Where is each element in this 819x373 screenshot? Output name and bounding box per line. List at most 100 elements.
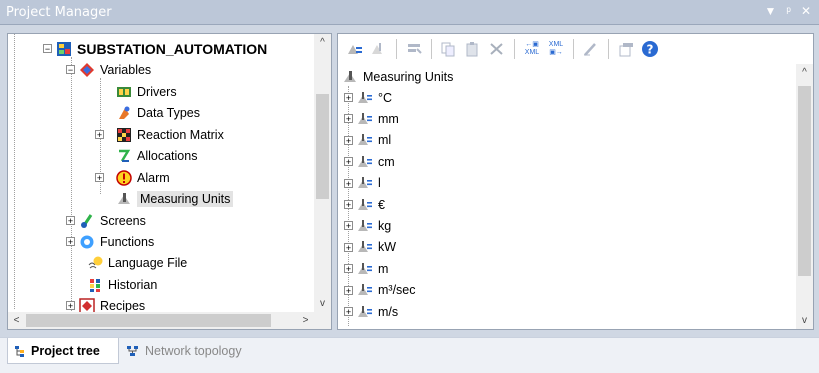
expand-toggle[interactable]: + (344, 285, 353, 295)
expand-toggle[interactable]: + (344, 264, 353, 274)
expand-toggle[interactable]: + (344, 157, 353, 167)
unit-label: kg (378, 218, 392, 233)
network-topology-icon (126, 345, 140, 357)
expand-toggle[interactable]: + (344, 307, 353, 317)
scroll-down-arrow[interactable]: v (314, 295, 331, 312)
add-unit-icon[interactable] (344, 38, 366, 60)
expand-toggle[interactable]: + (344, 135, 353, 145)
unit-item[interactable]: + °C (344, 87, 392, 108)
pin-icon[interactable]: ᵖ (786, 4, 791, 18)
unit-item[interactable]: + kg (344, 215, 391, 236)
screens-label: Screens (100, 213, 146, 228)
tree-item-root[interactable]: − SUBSTATION_AUTOMATION (43, 38, 267, 59)
screens-icon (79, 213, 95, 229)
tree-item-screens[interactable]: + Screens (66, 210, 146, 231)
unit-label: m/s (378, 304, 399, 319)
rename-icon[interactable] (403, 38, 425, 60)
language-file-icon (87, 255, 103, 271)
expand-toggle[interactable]: + (344, 200, 353, 210)
add-child-icon[interactable] (368, 38, 390, 60)
unit-label: ml (378, 133, 392, 148)
functions-label: Functions (100, 234, 155, 249)
units-vertical-scrollbar[interactable]: ^ v (796, 64, 813, 329)
tree-item-data-types[interactable]: Data Types (116, 102, 200, 123)
toolbar: ←▣ XML XML ▣→ ? (338, 34, 813, 64)
reaction-matrix-label: Reaction Matrix (137, 127, 224, 142)
unit-item[interactable]: + m/s (344, 301, 398, 322)
tree-horizontal-scrollbar[interactable]: < > (8, 312, 314, 329)
unit-item[interactable]: + cm (344, 151, 395, 172)
alarm-icon (116, 169, 132, 186)
expand-toggle[interactable]: + (66, 237, 75, 247)
export-xml-icon[interactable]: ←▣ XML (521, 38, 543, 60)
paste-icon[interactable] (462, 38, 484, 60)
tree-item-drivers[interactable]: Drivers (116, 81, 177, 102)
tree-line (71, 57, 72, 325)
historian-label: Historian (108, 277, 158, 292)
scroll-down-arrow[interactable]: v (796, 312, 813, 329)
unit-item[interactable]: + l (344, 173, 381, 194)
root-label: SUBSTATION_AUTOMATION (77, 40, 268, 57)
tab-network-topology-label: Network topology (145, 344, 242, 358)
scroll-thumb[interactable] (798, 86, 811, 276)
unit-item[interactable]: + m (344, 258, 388, 279)
unit-item[interactable]: + ml (344, 130, 391, 151)
unit-item[interactable]: + kW (344, 237, 396, 258)
help-icon[interactable]: ? (639, 38, 661, 60)
expand-toggle[interactable]: + (344, 93, 353, 103)
expand-toggle[interactable]: + (344, 114, 353, 124)
tree-item-historian[interactable]: Historian (87, 274, 157, 295)
unit-icon (357, 111, 373, 127)
units-header-label: Measuring Units (363, 69, 454, 84)
expand-toggle[interactable]: + (344, 242, 353, 252)
tab-network-topology[interactable]: Network topology (124, 338, 242, 364)
allocations-label: Allocations (137, 148, 198, 163)
tree-item-alarm[interactable]: + Alarm (95, 167, 170, 188)
tree-item-language-file[interactable]: Language File (87, 252, 187, 273)
scroll-thumb[interactable] (26, 314, 271, 327)
unit-label: l (378, 176, 381, 191)
scroll-up-arrow[interactable]: ^ (314, 34, 331, 51)
tree-item-functions[interactable]: + Functions (66, 231, 154, 252)
close-icon[interactable]: ✕ (801, 4, 811, 18)
edit-icon[interactable] (580, 38, 602, 60)
units-header[interactable]: Measuring Units (342, 66, 453, 87)
properties-icon[interactable] (615, 38, 637, 60)
historian-icon (87, 277, 103, 293)
tree-vertical-scrollbar[interactable]: ^ v (314, 34, 331, 312)
scroll-thumb[interactable] (316, 94, 329, 199)
dropdown-icon[interactable]: ▼ (765, 4, 777, 18)
toolbar-separator (514, 39, 515, 59)
unit-item[interactable]: + € (344, 194, 385, 215)
panel-frame: − SUBSTATION_AUTOMATION − Variables Driv… (0, 25, 819, 337)
scroll-left-arrow[interactable]: < (8, 312, 25, 329)
tree-item-reaction-matrix[interactable]: + Reaction Matrix (95, 124, 224, 145)
expand-toggle[interactable]: + (95, 130, 104, 140)
collapse-toggle[interactable]: − (43, 44, 52, 54)
tree-item-allocations[interactable]: Allocations (116, 145, 197, 166)
expand-toggle[interactable]: + (344, 178, 353, 188)
unit-label: m³/sec (378, 283, 416, 298)
window-controls: ▼ ᵖ ✕ (765, 4, 812, 18)
tree-item-measuring-units[interactable]: Measuring Units (116, 188, 234, 209)
unit-icon (357, 218, 373, 234)
expand-toggle[interactable]: + (344, 221, 353, 231)
scroll-up-arrow[interactable]: ^ (796, 64, 813, 81)
delete-icon[interactable] (486, 38, 508, 60)
expand-toggle[interactable]: + (66, 301, 75, 311)
unit-item[interactable]: + m³/sec (344, 280, 416, 301)
collapse-toggle[interactable]: − (66, 65, 75, 75)
unit-item[interactable]: + mm (344, 108, 399, 129)
expand-toggle[interactable]: + (95, 173, 104, 183)
unit-icon (357, 282, 373, 298)
unit-icon (357, 304, 373, 320)
variables-icon (79, 62, 95, 78)
tree-line (14, 34, 15, 309)
expand-toggle[interactable]: + (66, 216, 75, 226)
scroll-right-arrow[interactable]: > (297, 312, 314, 329)
import-xml-icon[interactable]: XML ▣→ (545, 38, 567, 60)
unit-icon (357, 132, 373, 148)
copy-icon[interactable] (438, 38, 460, 60)
tab-project-tree[interactable]: Project tree (7, 338, 119, 364)
tree-item-variables[interactable]: − Variables (66, 59, 151, 80)
